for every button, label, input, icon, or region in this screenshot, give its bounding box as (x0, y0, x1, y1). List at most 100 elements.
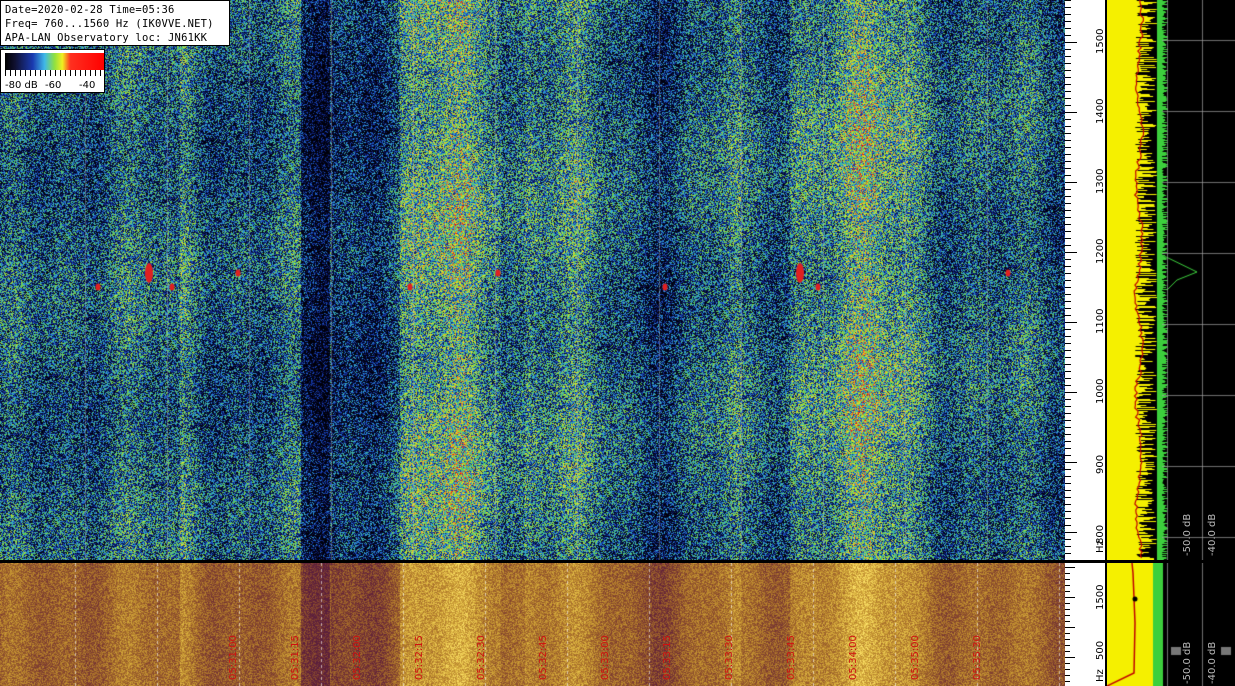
axis-tick-mark (1065, 273, 1071, 274)
axis-tick-mark (1065, 645, 1070, 646)
axis-tick-mark (1065, 294, 1071, 295)
axis-tick-mark (1065, 497, 1071, 498)
axis-tick-mark (1065, 63, 1071, 64)
axis-tick-mark (1065, 224, 1071, 225)
axis-tick-mark (1065, 585, 1070, 586)
axis-tick-mark (1065, 621, 1070, 622)
axis-tick-mark (1065, 287, 1071, 288)
axis-tick-mark (1065, 168, 1071, 169)
axis-tick-mark (1065, 546, 1071, 547)
axis-tick-mark (1065, 364, 1071, 365)
overview-frequency-tick-label: 1500 (1095, 584, 1106, 610)
axis-tick-mark (1065, 126, 1071, 127)
time-label: 05:32:15 (414, 635, 425, 680)
frequency-tick-label: 1300 (1095, 168, 1106, 194)
axis-tick-mark (1065, 532, 1077, 533)
axis-tick-mark (1065, 175, 1071, 176)
axis-tick-mark (1065, 252, 1077, 253)
frequency-tick-label: 900 (1095, 454, 1106, 474)
axis-tick-mark (1065, 0, 1071, 1)
axis-tick-mark (1065, 392, 1077, 393)
legend-label-mid: -60 (45, 80, 62, 91)
time-label: 05:34:00 (848, 635, 859, 680)
time-label: 05:32:30 (476, 635, 487, 680)
legend-label-min: -80 dB (5, 80, 38, 91)
axis-tick-mark (1065, 350, 1071, 351)
axis-tick-mark (1065, 371, 1071, 372)
axis-tick-mark (1065, 483, 1071, 484)
axis-tick-mark (1065, 322, 1077, 323)
axis-tick-mark (1065, 603, 1070, 604)
axis-tick-mark (1065, 657, 1075, 658)
axis-tick-mark (1065, 189, 1071, 190)
axis-tick-mark (1065, 112, 1077, 113)
frequency-axis (1065, 0, 1105, 561)
color-scale-bar (5, 53, 104, 70)
frequency-tick-label: 1000 (1095, 378, 1106, 404)
axis-tick-mark (1065, 84, 1071, 85)
axis-tick-mark (1065, 182, 1077, 183)
panel-divider (0, 560, 1235, 563)
axis-tick-mark (1065, 42, 1077, 43)
axis-tick-mark (1065, 147, 1071, 148)
axis-tick-mark (1065, 133, 1071, 134)
axis-tick-mark (1065, 21, 1071, 22)
axis-tick-mark (1065, 476, 1071, 477)
axis-tick-mark (1065, 525, 1071, 526)
axis-tick-mark (1065, 91, 1071, 92)
axis-tick-mark (1065, 441, 1071, 442)
time-label: 05:33:15 (662, 635, 673, 680)
axis-tick-mark (1065, 399, 1071, 400)
spectrum-plot (1107, 0, 1235, 560)
axis-tick-mark (1065, 238, 1071, 239)
axis-tick-mark (1065, 469, 1071, 470)
axis-tick-mark (1065, 633, 1070, 634)
axis-tick-mark (1065, 140, 1071, 141)
axis-tick-mark (1065, 539, 1071, 540)
spectrum-db-label: -40.0 dB (1207, 513, 1218, 556)
axis-tick-mark (1065, 105, 1071, 106)
axis-tick-mark (1065, 420, 1071, 421)
main-waterfall (0, 0, 1065, 560)
axis-tick-mark (1065, 7, 1071, 8)
axis-tick-mark (1065, 56, 1071, 57)
time-label: 05:33:30 (724, 635, 735, 680)
axis-tick-mark (1065, 35, 1071, 36)
axis-tick-mark (1065, 98, 1071, 99)
axis-tick-mark (1065, 406, 1071, 407)
axis-tick-mark (1065, 266, 1071, 267)
axis-tick-mark (1065, 343, 1071, 344)
axis-tick-mark (1065, 280, 1071, 281)
axis-tick-mark (1065, 455, 1071, 456)
time-label: 05:32:00 (352, 635, 363, 680)
axis-tick-mark (1065, 591, 1070, 592)
axis-tick-mark (1065, 357, 1071, 358)
axis-tick-mark (1065, 651, 1070, 652)
frequency-tick-label: 1400 (1095, 98, 1106, 124)
axis-tick-mark (1065, 203, 1071, 204)
axis-tick-mark (1065, 669, 1070, 670)
info-box: Date=2020-02-28 Time=05:36 Freq= 760...1… (0, 0, 230, 46)
axis-tick-mark (1065, 217, 1071, 218)
frequency-unit-label: Hz (1095, 540, 1106, 553)
axis-tick-mark (1065, 427, 1071, 428)
axis-tick-mark (1065, 329, 1071, 330)
axis-tick-mark (1065, 70, 1071, 71)
axis-tick-mark (1065, 49, 1071, 50)
axis-tick-mark (1065, 315, 1071, 316)
axis-tick-mark (1065, 609, 1070, 610)
axis-tick-mark (1065, 413, 1071, 414)
overview-frequency-axis (1065, 563, 1105, 686)
axis-tick-mark (1065, 259, 1071, 260)
axis-tick-mark (1065, 161, 1071, 162)
axis-tick-mark (1065, 663, 1070, 664)
legend-label-max: -40 (79, 80, 96, 91)
axis-tick-mark (1065, 210, 1071, 211)
frequency-range-label: Freq= 760...1560 Hz (IK0VVE.NET) (5, 18, 214, 30)
color-legend: -80 dB -60 -40 (0, 49, 105, 93)
observatory-label: APA-LAN Observatory loc: JN61KK (5, 32, 208, 44)
axis-tick-mark (1065, 119, 1071, 120)
axis-tick-mark (1065, 308, 1071, 309)
axis-tick-mark (1065, 490, 1071, 491)
overview-frequency-tick-label: 500 (1095, 640, 1106, 660)
